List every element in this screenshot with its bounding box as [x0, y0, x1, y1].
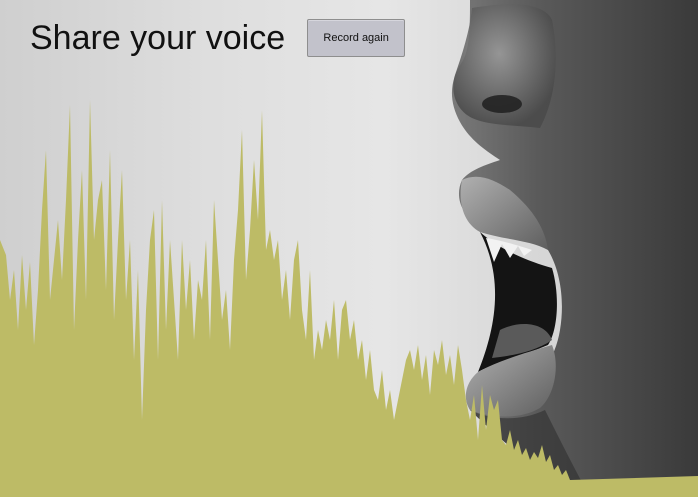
waveform-shape	[0, 100, 698, 497]
voice-recorder-page: Share your voice Record again	[0, 0, 698, 497]
page-header: Share your voice Record again	[30, 18, 406, 58]
audio-waveform	[0, 100, 698, 497]
page-title: Share your voice	[30, 19, 286, 57]
record-again-button[interactable]: Record again	[307, 19, 406, 57]
